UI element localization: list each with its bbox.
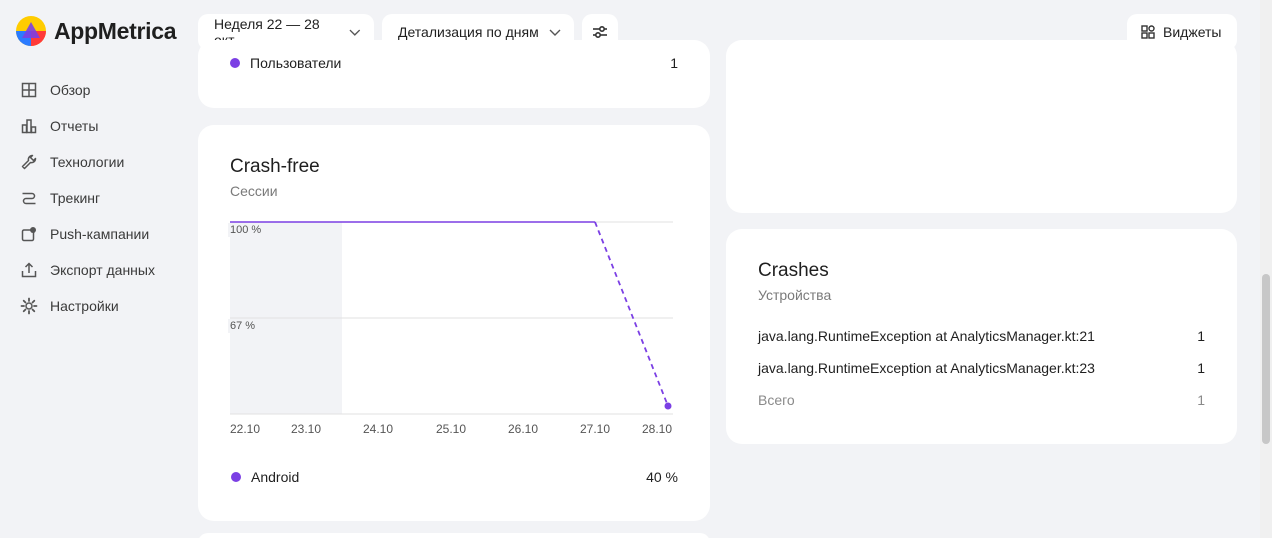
y-tick-label: 67 % <box>230 320 255 332</box>
legend-row: Android 40 % <box>231 469 678 485</box>
total-label: Всего <box>758 392 795 408</box>
sidebar-item-label: Обзор <box>50 82 91 98</box>
card-subtitle: Устройства <box>758 287 832 303</box>
card-title: Crashes <box>758 260 829 281</box>
legend-label: Android <box>251 469 300 485</box>
y-tick-label: 100 % <box>230 224 261 236</box>
page-scrollbar[interactable] <box>1260 0 1272 538</box>
chevron-down-icon <box>349 29 361 36</box>
grid-icon <box>21 82 37 98</box>
crashes-card: Crashes Устройства java.lang.RuntimeExce… <box>726 229 1237 444</box>
data-point <box>664 402 672 410</box>
app-logo[interactable]: AppMetrica <box>16 16 177 46</box>
sidebar-item-label: Push-кампании <box>50 226 150 242</box>
crash-count: 1 <box>1197 328 1205 344</box>
widget-card <box>198 533 710 538</box>
legend-value: 40 % <box>646 469 678 485</box>
sidebar-item-reports[interactable]: Отчеты <box>20 108 155 144</box>
sidebar-item-label: Технологии <box>50 154 125 170</box>
bar-chart-icon <box>21 119 37 134</box>
x-tick-label: 28.10 <box>642 422 672 436</box>
widgets-icon <box>1141 25 1155 39</box>
appmetrica-logo-icon <box>16 16 46 46</box>
x-tick-label: 22.10 <box>230 422 260 436</box>
x-tick-label: 23.10 <box>291 422 321 436</box>
users-widget-card: Пользователи 1 <box>198 40 710 108</box>
crash-name: java.lang.RuntimeException at AnalyticsM… <box>758 360 1095 376</box>
sidebar-item-label: Настройки <box>50 298 119 314</box>
crash-name: java.lang.RuntimeException at AnalyticsM… <box>758 328 1095 344</box>
scrollbar-thumb[interactable] <box>1262 274 1270 444</box>
sidebar-nav: Обзор Отчеты Технологии Трекинг Push-кам… <box>20 72 155 324</box>
sidebar-item-label: Экспорт данных <box>50 262 155 278</box>
card-subtitle: Сессии <box>230 183 278 199</box>
legend-row: Пользователи 1 <box>230 55 678 71</box>
chevron-down-icon <box>549 29 561 36</box>
tracking-icon <box>22 192 36 205</box>
sidebar-item-settings[interactable]: Настройки <box>20 288 155 324</box>
legend-value: 1 <box>670 55 678 71</box>
legend-dot <box>231 472 241 482</box>
sidebar-item-label: Отчеты <box>50 118 99 134</box>
legend-label: Пользователи <box>250 55 342 71</box>
series-dashed-segment <box>594 221 669 407</box>
x-tick-label: 25.10 <box>436 422 466 436</box>
detail-label: Детализация по дням <box>398 24 539 40</box>
app-name: AppMetrica <box>54 17 177 44</box>
x-tick-label: 24.10 <box>363 422 393 436</box>
sidebar-item-technologies[interactable]: Технологии <box>20 144 155 180</box>
card-title: Crash-free <box>230 156 320 177</box>
crash-free-card: Crash-free Сессии 100 % 67 % 22.10 23.10 24.… <box>198 125 710 521</box>
total-count: 1 <box>1197 392 1205 408</box>
legend-dot <box>230 58 240 68</box>
gear-icon <box>20 297 38 315</box>
crash-total-row: Всего 1 <box>758 392 1205 408</box>
x-tick-label: 26.10 <box>508 422 538 436</box>
wrench-icon <box>21 154 37 170</box>
line-chart: 100 % 67 % 22.10 23.10 24.10 25.10 26.10 27.10 2… <box>228 221 673 436</box>
sidebar-item-overview[interactable]: Обзор <box>20 72 155 108</box>
push-icon <box>21 227 36 242</box>
sidebar-item-tracking[interactable]: Трекинг <box>20 180 155 216</box>
export-icon <box>21 262 37 278</box>
crash-row[interactable]: java.lang.RuntimeException at AnalyticsM… <box>758 360 1205 376</box>
widget-card <box>726 40 1237 213</box>
crash-row[interactable]: java.lang.RuntimeException at AnalyticsM… <box>758 328 1205 344</box>
widgets-label: Виджеты <box>1163 24 1222 40</box>
sidebar-item-label: Трекинг <box>50 190 101 206</box>
crash-count: 1 <box>1197 360 1205 376</box>
crash-free-chart: 100 % 67 % 22.10 23.10 24.10 25.10 26.10 27.10 2… <box>228 215 678 450</box>
x-tick-label: 27.10 <box>580 422 610 436</box>
sidebar-item-push[interactable]: Push-кампании <box>20 216 155 252</box>
sidebar-item-export[interactable]: Экспорт данных <box>20 252 155 288</box>
sliders-icon <box>593 25 607 39</box>
